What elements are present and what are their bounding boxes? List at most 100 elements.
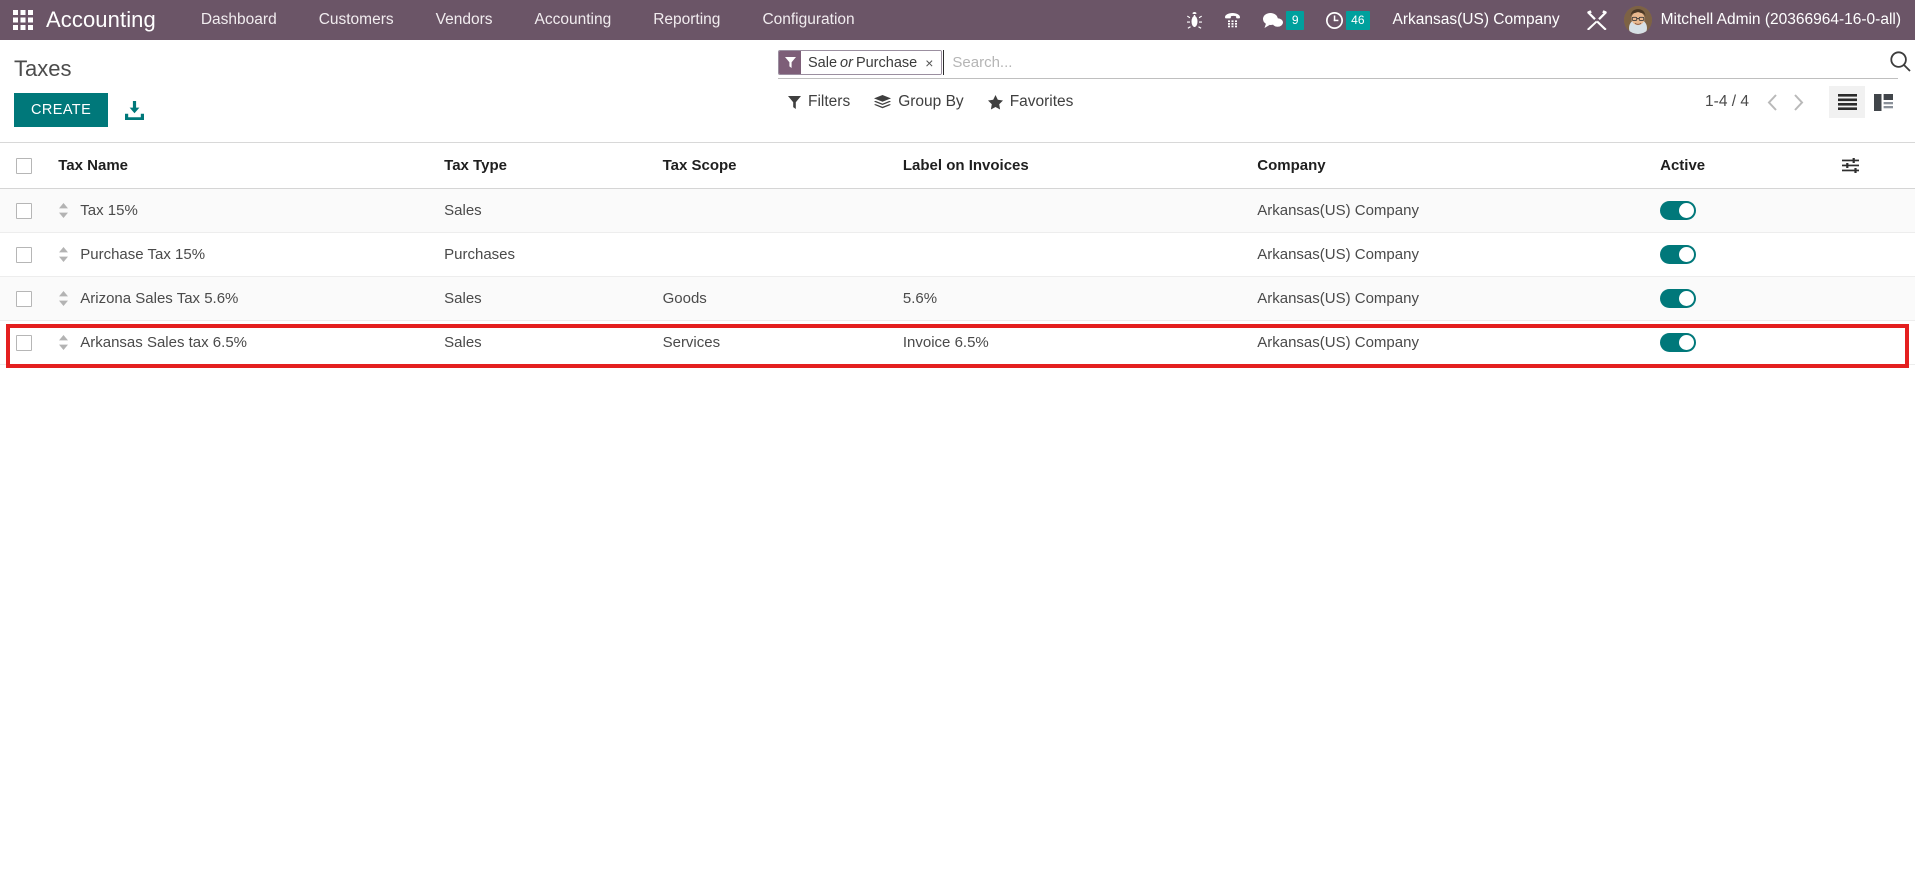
row-checkbox[interactable] xyxy=(16,203,32,220)
control-panel-right: 1-4 / 4 xyxy=(1705,86,1901,118)
cell-company: Arkansas(US) Company xyxy=(1257,276,1661,322)
cell-tax-scope xyxy=(662,188,903,234)
table-header-row: Tax Name Tax Type Tax Scope Label on Inv… xyxy=(0,143,1915,190)
drag-handle-icon[interactable] xyxy=(58,247,72,263)
optional-columns-header xyxy=(1842,143,1915,190)
cell-tax-scope: Goods xyxy=(662,276,903,322)
menu-item-accounting[interactable]: Accounting xyxy=(514,0,633,40)
control-panel: Taxes CREATE Sale or Purchase × Search..… xyxy=(0,40,1915,143)
app-brand-name[interactable]: Accounting xyxy=(46,7,180,33)
filter-funnel-icon xyxy=(779,51,801,74)
column-header-label-on-invoices[interactable]: Label on Invoices xyxy=(902,143,1258,190)
cell-tax-type: Purchases xyxy=(444,232,663,278)
row-select-cell xyxy=(0,320,59,366)
user-name-label: Mitchell Admin (20366964-16-0-all) xyxy=(1660,11,1901,28)
column-header-active[interactable]: Active xyxy=(1660,143,1843,190)
column-options-icon[interactable] xyxy=(1842,158,1915,174)
tax-name-value: Purchase Tax 15% xyxy=(80,246,206,264)
cell-tax-type: Sales xyxy=(444,276,663,322)
table-row[interactable]: Purchase Tax 15% Purchases Arkansas(US) … xyxy=(0,232,1915,278)
facet-text-before: Sale xyxy=(808,54,838,71)
table-body: Tax 15% Sales Arkansas(US) Company Purch… xyxy=(0,188,1915,366)
table-row[interactable]: Arizona Sales Tax 5.6% Sales Goods 5.6% … xyxy=(0,276,1915,322)
filters-dropdown[interactable]: Filters xyxy=(778,87,864,117)
menu-item-vendors[interactable]: Vendors xyxy=(415,0,514,40)
cell-label-on-invoices xyxy=(902,188,1258,234)
groupby-label: Group By xyxy=(898,93,964,110)
active-toggle[interactable] xyxy=(1660,289,1697,309)
main-menu: Dashboard Customers Vendors Accounting R… xyxy=(180,0,876,40)
list-view-button[interactable] xyxy=(1829,86,1865,118)
cell-active xyxy=(1660,320,1843,366)
pager-next-button[interactable] xyxy=(1785,88,1811,116)
facet-text-operator: or xyxy=(840,54,853,71)
cell-tax-name: Tax 15% xyxy=(58,188,445,234)
kanban-view-button[interactable] xyxy=(1865,86,1901,118)
clock-activity-icon[interactable]: 46 xyxy=(1315,0,1380,40)
drag-handle-icon[interactable] xyxy=(58,203,72,219)
column-header-company[interactable]: Company xyxy=(1257,143,1661,190)
page-title: Taxes xyxy=(14,56,72,81)
row-select-cell xyxy=(0,276,59,322)
menu-item-dashboard[interactable]: Dashboard xyxy=(180,0,298,40)
navbar-right-section: 9 46 Arkansas(US) Company Mitchell Admin… xyxy=(1176,0,1915,40)
select-all-checkbox[interactable] xyxy=(16,158,32,175)
active-toggle[interactable] xyxy=(1660,201,1697,221)
menu-item-customers[interactable]: Customers xyxy=(298,0,415,40)
search-facet-label: Sale or Purchase xyxy=(801,51,926,74)
tools-wrench-icon[interactable] xyxy=(1576,0,1618,40)
pager-previous-button[interactable] xyxy=(1759,88,1785,116)
facet-remove-icon[interactable]: × xyxy=(925,51,942,74)
favorites-label: Favorites xyxy=(1009,93,1074,110)
drag-handle-icon[interactable] xyxy=(58,335,72,351)
control-panel-bottom: Filters Group By Favorites 1-4 / 4 xyxy=(778,86,1901,118)
cell-tax-name: Arizona Sales Tax 5.6% xyxy=(58,276,445,322)
search-facet-sale-or-purchase[interactable]: Sale or Purchase × xyxy=(778,50,943,75)
view-switcher xyxy=(1829,86,1901,118)
active-company-label[interactable]: Arkansas(US) Company xyxy=(1381,11,1576,29)
column-header-tax-name[interactable]: Tax Name xyxy=(58,143,445,190)
groupby-dropdown[interactable]: Group By xyxy=(864,87,977,117)
table-header: Tax Name Tax Type Tax Scope Label on Inv… xyxy=(0,143,1915,190)
apps-grid-icon[interactable] xyxy=(0,0,46,40)
control-panel-buttons: CREATE xyxy=(14,93,145,127)
cell-spacer xyxy=(1842,320,1915,366)
column-header-tax-scope[interactable]: Tax Scope xyxy=(662,143,903,190)
row-checkbox[interactable] xyxy=(16,335,32,352)
cell-spacer xyxy=(1842,232,1915,278)
dialpad-phone-icon[interactable] xyxy=(1213,0,1252,40)
cell-label-on-invoices: Invoice 6.5% xyxy=(902,320,1258,366)
cell-tax-type: Sales xyxy=(444,188,663,234)
column-header-tax-type[interactable]: Tax Type xyxy=(444,143,663,190)
taxes-list-view: Tax Name Tax Type Tax Scope Label on Inv… xyxy=(0,143,1915,368)
pager-value[interactable]: 1-4 / 4 xyxy=(1705,93,1749,111)
row-checkbox[interactable] xyxy=(16,247,32,264)
top-navbar: Accounting Dashboard Customers Vendors A… xyxy=(0,0,1915,40)
bug-icon[interactable] xyxy=(1176,0,1213,40)
menu-item-configuration[interactable]: Configuration xyxy=(741,0,875,40)
cell-active xyxy=(1660,188,1843,234)
create-button[interactable]: CREATE xyxy=(14,93,109,127)
favorites-dropdown[interactable]: Favorites xyxy=(978,87,1088,117)
drag-handle-icon[interactable] xyxy=(58,291,72,307)
filters-label: Filters xyxy=(808,93,851,110)
search-icon[interactable] xyxy=(1885,46,1915,76)
activity-count-badge: 46 xyxy=(1346,10,1370,30)
import-download-icon[interactable] xyxy=(125,100,145,120)
cell-tax-scope: Services xyxy=(662,320,903,366)
menu-item-reporting[interactable]: Reporting xyxy=(632,0,741,40)
cell-label-on-invoices: 5.6% xyxy=(902,276,1258,322)
table-row[interactable]: Arkansas Sales tax 6.5% Sales Services I… xyxy=(0,320,1915,366)
cell-company: Arkansas(US) Company xyxy=(1257,320,1661,366)
active-toggle[interactable] xyxy=(1660,333,1697,353)
row-select-cell xyxy=(0,188,59,234)
table-row[interactable]: Tax 15% Sales Arkansas(US) Company xyxy=(0,188,1915,234)
facet-text-after: Purchase xyxy=(855,54,918,71)
search-input[interactable] xyxy=(943,50,1898,75)
user-menu[interactable]: Mitchell Admin (20366964-16-0-all) xyxy=(1618,6,1905,34)
cell-label-on-invoices xyxy=(902,232,1258,278)
chat-bubble-icon[interactable]: 9 xyxy=(1252,0,1315,40)
cell-company: Arkansas(US) Company xyxy=(1257,232,1661,278)
active-toggle[interactable] xyxy=(1660,245,1697,265)
row-checkbox[interactable] xyxy=(16,291,32,308)
